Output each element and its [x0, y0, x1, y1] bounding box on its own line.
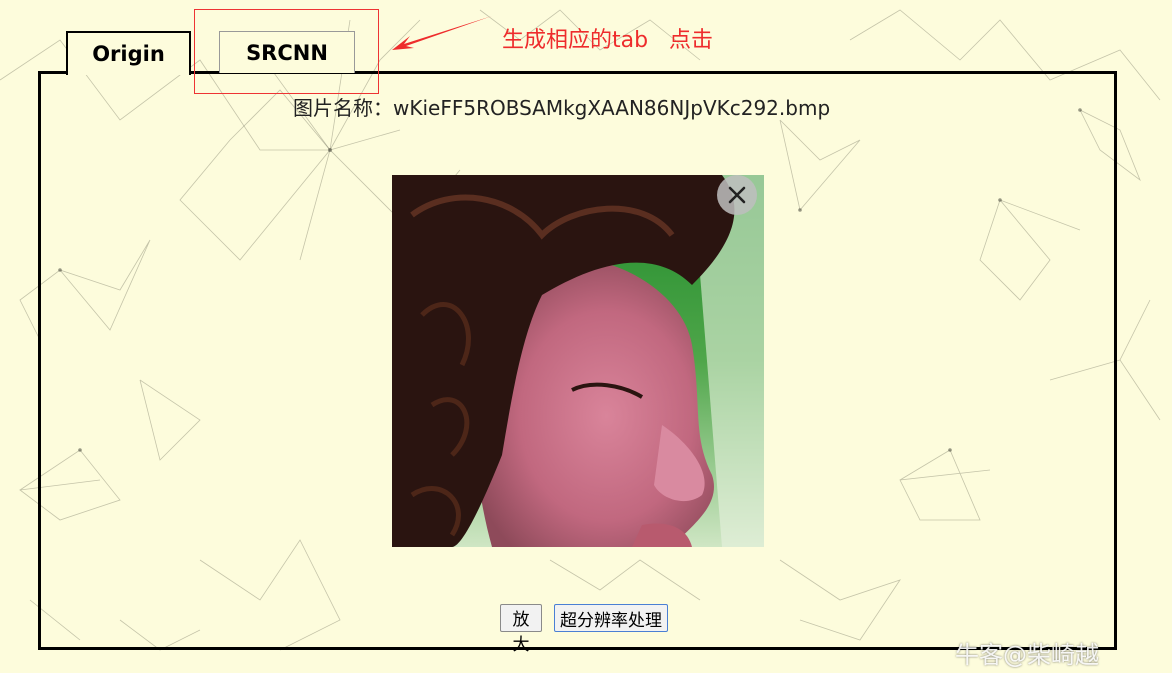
- annotation-highlight-box: [194, 9, 379, 94]
- annotation-arrow-icon: [392, 16, 492, 50]
- preview-image: [392, 175, 764, 547]
- annotation-text: 生成相应的tab 点击: [502, 28, 714, 53]
- tab-origin[interactable]: Origin: [66, 31, 191, 75]
- image-file-name: 图片名称：wKieFF5ROBSAMkgXAAN86NJpVKc292.bmp: [293, 96, 831, 120]
- face-photo: [392, 175, 764, 547]
- zoom-button[interactable]: 放大: [500, 604, 542, 655]
- page: Origin SRCNN 生成相应的tab 点击 图片名称：wKieFF5ROB…: [0, 0, 1172, 673]
- close-image-button[interactable]: [717, 175, 757, 215]
- close-icon: [728, 186, 746, 204]
- super-resolution-button[interactable]: 超分辨率处理: [554, 604, 668, 632]
- watermark: 牛客@柴崎越: [955, 641, 1099, 669]
